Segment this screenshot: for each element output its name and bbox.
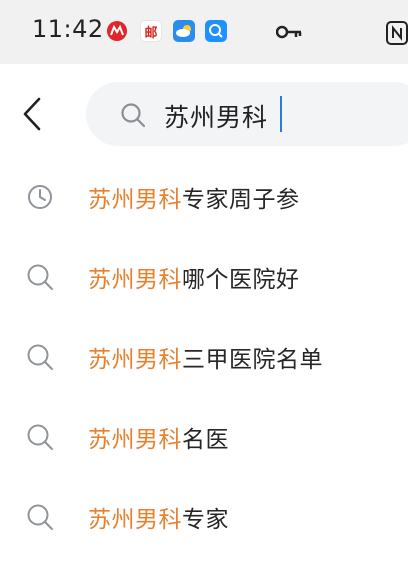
suggestion-rest: 三甲医院名单 (182, 347, 323, 373)
back-button[interactable] (14, 94, 50, 134)
suggestion-rest: 哪个医院好 (182, 267, 300, 293)
status-time: 11:42 (32, 15, 104, 43)
suggestion-highlight: 苏州男科 (88, 267, 182, 293)
search-app-icon (205, 20, 227, 42)
cmb-bank-icon (106, 20, 128, 42)
suggestion-item[interactable]: 苏州男科三甲医院名单 (0, 326, 408, 406)
suggestion-highlight: 苏州男科 (88, 187, 182, 213)
suggestion-item[interactable]: 苏州男科专家周子参 (0, 166, 408, 246)
search-icon (26, 263, 54, 295)
search-header: 苏州男科 (0, 64, 408, 166)
search-icon (26, 423, 54, 455)
suggestion-item[interactable]: 苏州男科名医 (0, 406, 408, 486)
weather-icon (173, 20, 195, 42)
chevron-left-icon (23, 97, 41, 131)
suggestion-highlight: 苏州男科 (88, 507, 182, 533)
suggestion-item[interactable]: 苏州男科专家 (0, 486, 408, 566)
search-query-text: 苏州男科 (164, 103, 269, 132)
key-icon (275, 24, 302, 44)
text-caret (280, 96, 282, 132)
status-bar: 11:42 邮 (0, 0, 408, 64)
suggestion-item[interactable]: 苏州男科哪个医院好 (0, 246, 408, 326)
search-icon (26, 343, 54, 375)
search-icon (26, 503, 54, 535)
suggestion-highlight: 苏州男科 (88, 427, 182, 453)
search-icon (120, 102, 146, 132)
suggestion-highlight: 苏州男科 (88, 347, 182, 373)
history-icon (26, 183, 54, 215)
post-icon: 邮 (140, 20, 162, 42)
nfc-icon (386, 21, 408, 49)
suggestion-rest: 专家周子参 (182, 187, 300, 213)
search-input[interactable]: 苏州男科 (86, 82, 408, 146)
suggestion-rest: 专家 (182, 507, 229, 533)
suggestion-list: 苏州男科专家周子参 苏州男科哪个医院好 苏州男科三甲医院名单 苏州男科名医 苏州… (0, 166, 408, 566)
suggestion-rest: 名医 (182, 427, 229, 453)
